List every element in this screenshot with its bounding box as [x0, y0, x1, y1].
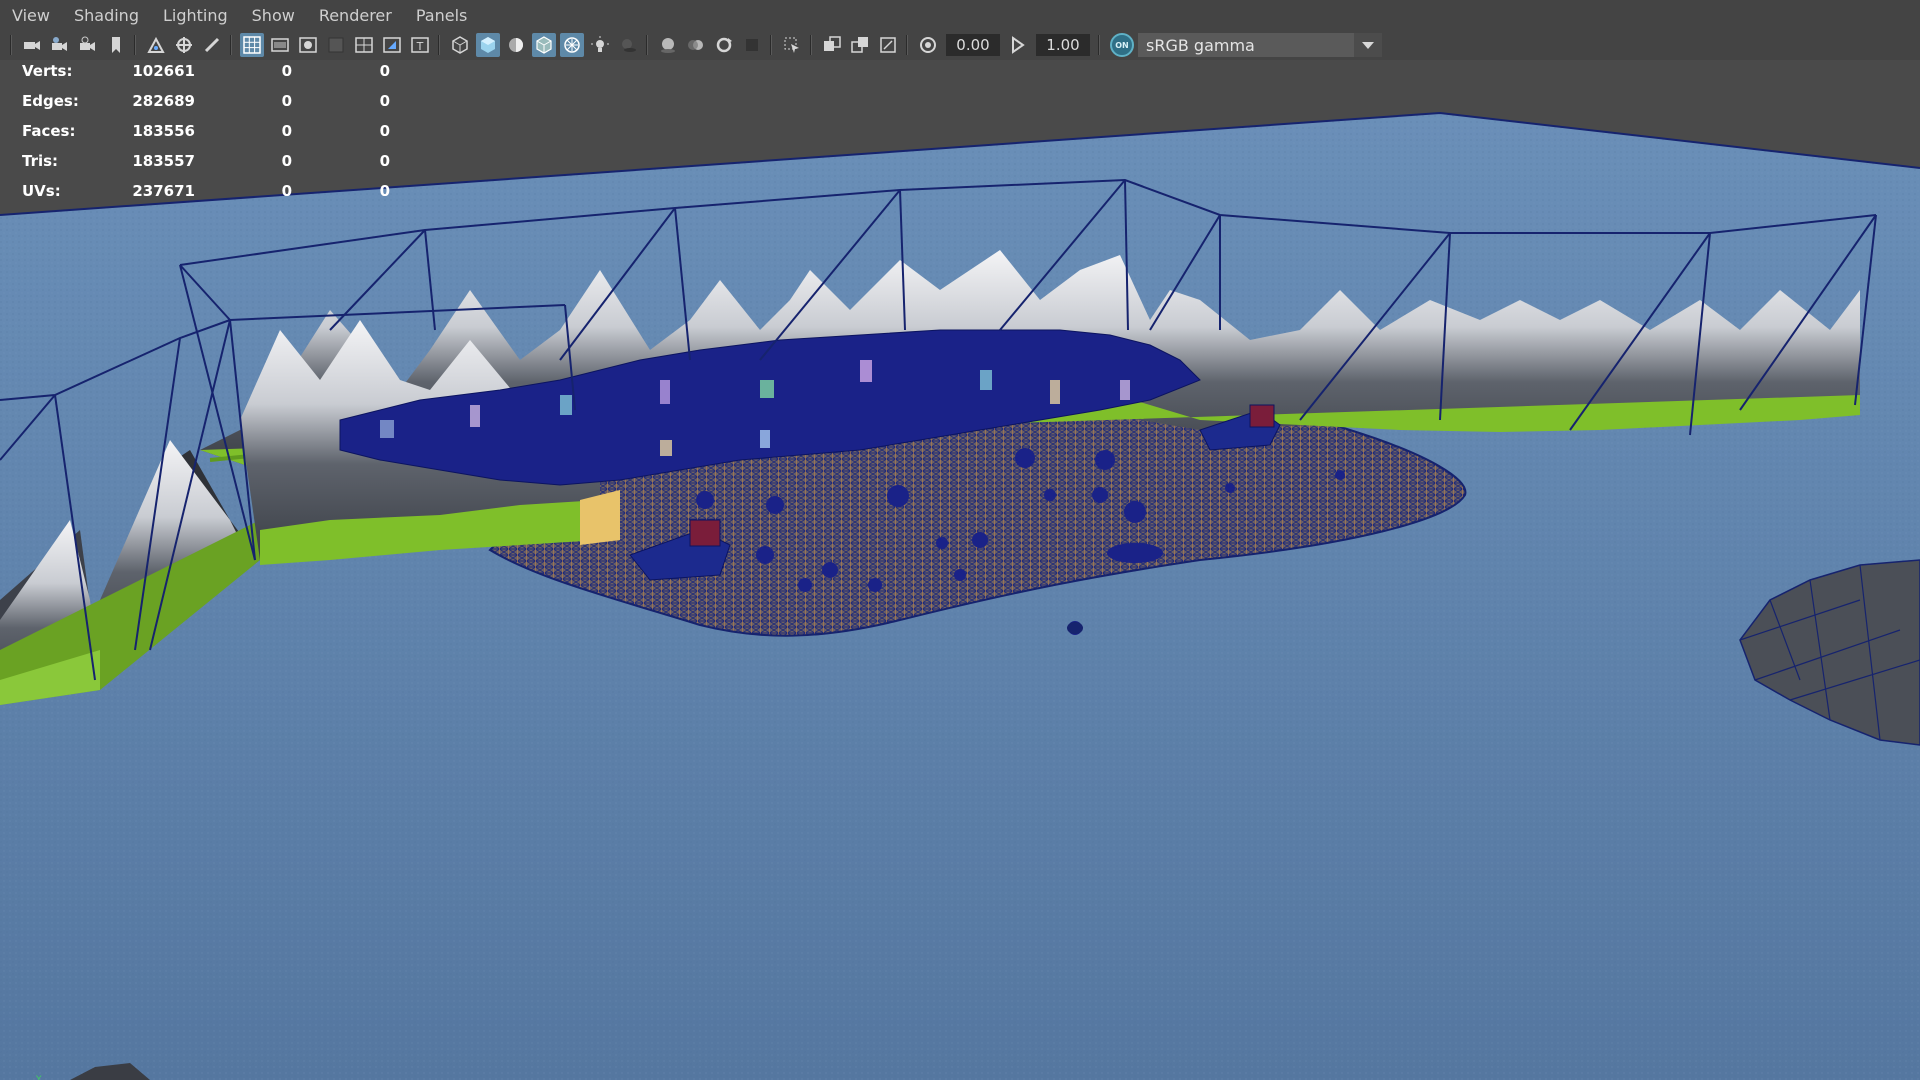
hud-label: Tris:	[22, 152, 59, 170]
resolution-gate-icon[interactable]	[296, 33, 320, 57]
toolbar-separator	[646, 35, 648, 55]
hud-value-scene: 282689	[132, 92, 195, 110]
lights-icon[interactable]	[588, 33, 612, 57]
color-space-label: sRGB gamma	[1146, 35, 1255, 55]
2d-pan-zoom-icon[interactable]	[172, 33, 196, 57]
hud-row-tris: Tris: 183557 0 0	[0, 152, 420, 172]
hud-row-uvs: UVs: 237671 0 0	[0, 182, 420, 202]
chevron-down-icon	[1354, 33, 1382, 57]
xray-icon[interactable]	[560, 33, 584, 57]
motion-blur-icon[interactable]	[684, 33, 708, 57]
hud-value-selected: 0	[281, 122, 292, 140]
xray-joints-icon[interactable]	[848, 33, 872, 57]
toolbar-separator	[438, 35, 440, 55]
3d-viewport[interactable]: Y Z persp	[0, 60, 1920, 1080]
scene-canvas[interactable]	[0, 60, 1920, 1080]
grease-pencil-icon[interactable]	[200, 33, 224, 57]
field-chart-icon[interactable]	[352, 33, 376, 57]
viewport-menu-bar: View Shading Lighting Show Renderer Pane…	[0, 0, 1920, 30]
exposure-field[interactable]: 0.00	[946, 34, 1000, 56]
toolbar-separator	[10, 35, 12, 55]
floating-rock	[1067, 622, 1083, 634]
hud-value-components: 0	[379, 62, 390, 80]
hud-value-components: 0	[379, 152, 390, 170]
wireframe-icon[interactable]	[448, 33, 472, 57]
hud-value-scene: 237671	[132, 182, 195, 200]
hud-value-components: 0	[379, 182, 390, 200]
camera-attributes-icon[interactable]	[48, 33, 72, 57]
hud-value-scene: 102661	[132, 62, 195, 80]
camera-select-icon[interactable]	[20, 33, 44, 57]
axis-y-label: Y	[35, 1075, 42, 1080]
hud-row-verts: Verts: 102661 0 0	[0, 62, 420, 82]
hud-row-edges: Edges: 282689 0 0	[0, 92, 420, 112]
hud-value-selected: 0	[281, 62, 292, 80]
toolbar-separator	[1098, 35, 1100, 55]
hud-label: Faces:	[22, 122, 76, 140]
gamma-field[interactable]: 1.00	[1036, 34, 1090, 56]
shadows-icon[interactable]	[616, 33, 640, 57]
toolbar-separator	[134, 35, 136, 55]
toolbar-separator	[230, 35, 232, 55]
isolate-select-icon[interactable]	[780, 33, 804, 57]
menu-lighting[interactable]: Lighting	[163, 6, 228, 25]
hud-value-selected: 0	[281, 92, 292, 110]
bookmarks-icon[interactable]	[76, 33, 100, 57]
hud-label: Verts:	[22, 62, 73, 80]
axis-gizmo: Y Z	[35, 1075, 42, 1080]
hud-value-scene: 183557	[132, 152, 195, 170]
smooth-shade-icon[interactable]	[476, 33, 500, 57]
grid-icon[interactable]	[240, 33, 264, 57]
hud-value-selected: 0	[281, 182, 292, 200]
film-gate-icon[interactable]	[268, 33, 292, 57]
default-material-icon[interactable]	[504, 33, 528, 57]
menu-view[interactable]: View	[12, 6, 50, 25]
color-space-dropdown[interactable]: sRGB gamma	[1138, 33, 1382, 57]
exposure-icon[interactable]	[916, 33, 940, 57]
hud-row-faces: Faces: 183556 0 0	[0, 122, 420, 142]
gamma-icon[interactable]	[1006, 33, 1030, 57]
toolbar-separator	[906, 35, 908, 55]
backface-culling-icon[interactable]	[876, 33, 900, 57]
hud-value-selected: 0	[281, 152, 292, 170]
anti-alias-icon[interactable]	[712, 33, 736, 57]
hud-label: UVs:	[22, 182, 61, 200]
safe-title-icon[interactable]: T	[408, 33, 432, 57]
toolbar-separator	[810, 35, 812, 55]
poly-count-hud: Verts: 102661 0 0 Edges: 282689 0 0 Face…	[0, 60, 420, 210]
viewport-panel-toolbar: T 0.00 1.00 ON sRGB gamma	[0, 30, 1920, 60]
hud-value-components: 0	[379, 92, 390, 110]
menu-show[interactable]: Show	[252, 6, 295, 25]
toolbar-separator	[770, 35, 772, 55]
maya-viewport-window: View Shading Lighting Show Renderer Pane…	[0, 0, 1920, 1080]
hud-value-components: 0	[379, 122, 390, 140]
image-plane-icon[interactable]	[144, 33, 168, 57]
svg-text:T: T	[416, 40, 424, 53]
safe-action-icon[interactable]	[380, 33, 404, 57]
menu-shading[interactable]: Shading	[74, 6, 139, 25]
gate-mask-icon[interactable]	[324, 33, 348, 57]
hud-label: Edges:	[22, 92, 79, 110]
menu-renderer[interactable]: Renderer	[319, 6, 392, 25]
xray-active-icon[interactable]	[820, 33, 844, 57]
hud-value-scene: 183556	[132, 122, 195, 140]
depth-of-field-icon[interactable]	[740, 33, 764, 57]
screen-space-ao-icon[interactable]	[656, 33, 680, 57]
menu-panels[interactable]: Panels	[416, 6, 468, 25]
bookmark-icon[interactable]	[104, 33, 128, 57]
wireframe-on-shaded-icon[interactable]	[532, 33, 556, 57]
color-management-icon[interactable]: ON	[1110, 33, 1134, 57]
